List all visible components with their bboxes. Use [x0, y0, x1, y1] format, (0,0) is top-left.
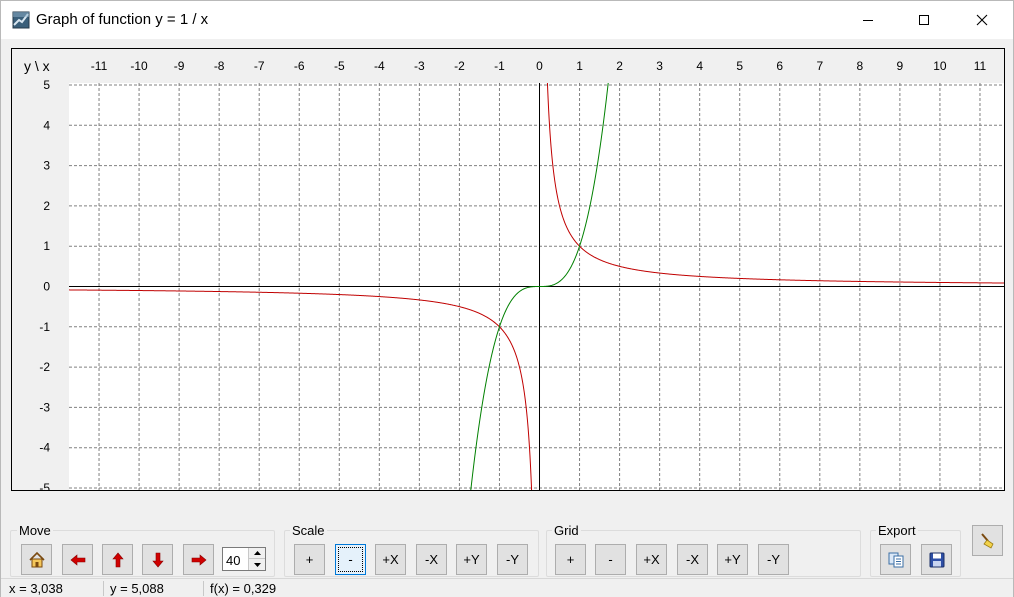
x-tick-label: -5 [334, 59, 345, 73]
move-step-spinbox [222, 547, 266, 571]
window-title: Graph of function y = 1 / x [36, 11, 209, 28]
arrow-right-icon [191, 553, 206, 566]
x-tick-label: -4 [374, 59, 385, 73]
x-tick-label: -6 [294, 59, 305, 73]
scale-plus-y-button[interactable]: +Y [456, 544, 487, 575]
x-tick-label: 1 [576, 59, 583, 73]
x-tick-label: 5 [736, 59, 743, 73]
status-separator [103, 581, 104, 596]
x-tick-label: 6 [776, 59, 783, 73]
grid-plus-button[interactable]: + [555, 544, 586, 575]
grid-minus-button[interactable]: - [595, 544, 626, 575]
move-left-button[interactable] [62, 544, 93, 575]
scale-plus-button[interactable]: + [294, 544, 325, 575]
x-tick-label: 9 [897, 59, 904, 73]
graph-canvas[interactable]: -11 -10 -9 -8 -7 -6 -5 -4 -3 -2 -1 0 1 2 3 4 5 6 7 8 9 10 11 5 4… [11, 48, 1005, 491]
grid-minus-y-button[interactable]: -Y [758, 544, 789, 575]
maximize-button[interactable] [901, 1, 947, 39]
status-bar: x = 3,038 y = 5,088 f(x) = 0,329 [1, 578, 1013, 597]
y-tick-label: 4 [43, 118, 50, 132]
broom-icon [980, 532, 994, 549]
x-tick-label: 8 [857, 59, 864, 73]
close-button[interactable] [959, 1, 1005, 39]
corner-label: y \ x [24, 58, 50, 74]
x-tick-label: -11 [91, 59, 108, 73]
chevron-down-icon [253, 562, 261, 567]
spin-up-button[interactable] [248, 548, 265, 559]
maximize-icon [919, 15, 929, 25]
minimize-button[interactable] [845, 1, 891, 39]
x-tick-label: 0 [536, 59, 543, 73]
arrow-left-icon [70, 553, 85, 566]
close-icon [976, 14, 988, 26]
x-tick-label: 11 [974, 59, 987, 73]
x-tick-label: 3 [656, 59, 663, 73]
status-fx: f(x) = 0,329 [210, 581, 277, 596]
scale-minus-button[interactable]: - [335, 544, 366, 575]
app-window: Graph of function y = 1 / x -11 -10 -9 -8 -7… [0, 0, 1014, 597]
x-tick-label: -9 [174, 59, 185, 73]
move-home-button[interactable] [21, 544, 52, 575]
scale-minus-x-button[interactable]: -X [416, 544, 447, 575]
y-tick-label: -4 [39, 441, 50, 455]
arrow-up-icon [111, 552, 124, 567]
x-tick-label: 7 [816, 59, 823, 73]
x-tick-label: -3 [414, 59, 425, 73]
y-tick-label: -1 [39, 320, 50, 334]
y-tick-label: 1 [43, 239, 50, 253]
save-icon [929, 552, 944, 567]
x-tick-label: 4 [696, 59, 703, 73]
x-tick-label: -8 [214, 59, 225, 73]
y-tick-label: -3 [39, 400, 50, 414]
arrow-down-icon [151, 552, 164, 567]
scale-group-title: Scale [290, 523, 327, 539]
move-down-button[interactable] [142, 544, 173, 575]
x-tick-label: 2 [616, 59, 623, 73]
grid-minus-x-button[interactable]: -X [677, 544, 708, 575]
status-separator [203, 581, 204, 596]
copy-icon [888, 552, 903, 567]
scale-plus-x-button[interactable]: +X [375, 544, 406, 575]
grid-plus-y-button[interactable]: +Y [717, 544, 748, 575]
x-tick-label: -10 [130, 59, 148, 73]
status-y: y = 5,088 [110, 581, 164, 596]
x-tick-label: -2 [454, 59, 465, 73]
y-tick-label: 3 [43, 159, 50, 173]
move-step-input[interactable] [223, 548, 247, 570]
y-tick-label: -2 [39, 360, 50, 374]
y-tick-label: 5 [43, 78, 50, 92]
x-tick-label: -1 [494, 59, 505, 73]
status-x: x = 3,038 [9, 581, 63, 596]
y-tick-label: 2 [43, 199, 50, 213]
home-icon [28, 551, 45, 567]
clear-button[interactable] [972, 525, 1003, 556]
graph-app-icon [12, 11, 30, 29]
grid-plus-x-button[interactable]: +X [636, 544, 667, 575]
move-group-title: Move [17, 523, 53, 539]
x-tick-label: -7 [254, 59, 265, 73]
grid-group-title: Grid [552, 523, 581, 539]
chevron-up-icon [253, 551, 261, 555]
scale-minus-y-button[interactable]: -Y [497, 544, 528, 575]
title-bar: Graph of function y = 1 / x [1, 1, 1013, 39]
function-plot[interactable]: -11 -10 -9 -8 -7 -6 -5 -4 -3 -2 -1 0 1 2 3 4 5 6 7 8 9 10 1154… [12, 49, 1004, 490]
spin-down-button[interactable] [248, 559, 265, 570]
move-up-button[interactable] [102, 544, 133, 575]
export-copy-button[interactable] [880, 544, 911, 575]
y-tick-label: -5 [39, 481, 50, 490]
x-tick-label: 10 [933, 59, 947, 73]
y-tick-label: 0 [43, 280, 50, 294]
move-right-button[interactable] [183, 544, 214, 575]
minimize-icon [863, 20, 873, 21]
export-save-button[interactable] [921, 544, 952, 575]
export-group-title: Export [876, 523, 918, 539]
